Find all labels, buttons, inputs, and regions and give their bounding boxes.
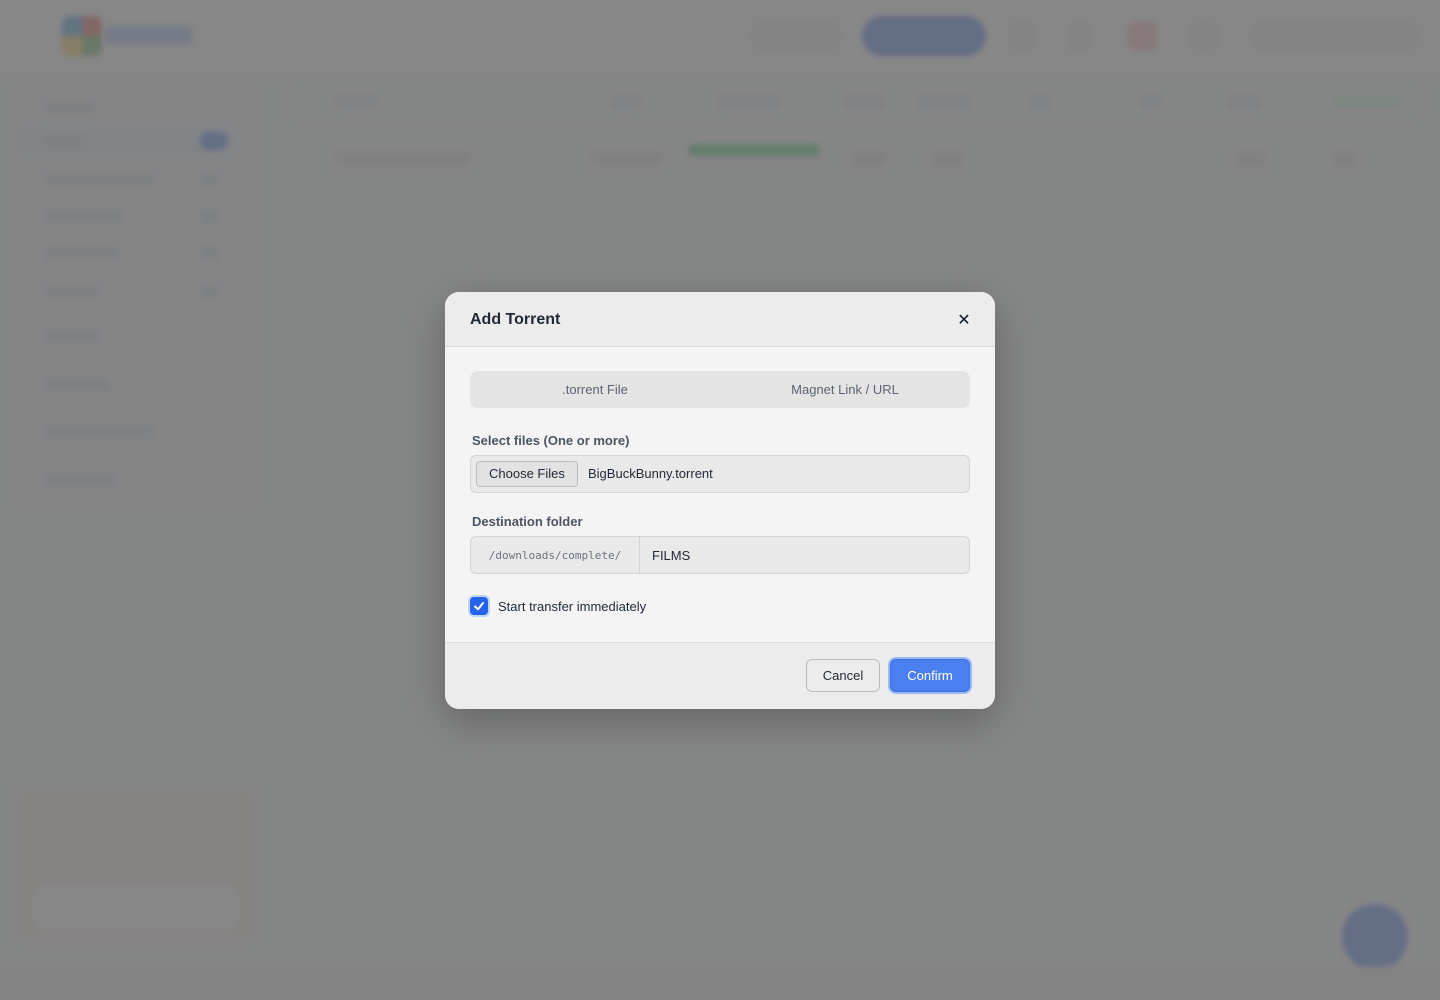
file-input[interactable]: Choose Files BigBuckBunny.torrent xyxy=(470,455,970,493)
confirm-button[interactable]: Confirm xyxy=(890,659,970,692)
start-immediately-label[interactable]: Start transfer immediately xyxy=(498,599,646,614)
destination-field: /downloads/complete/ xyxy=(470,536,970,574)
destination-prefix: /downloads/complete/ xyxy=(471,537,640,573)
checkmark-icon xyxy=(474,602,484,611)
cancel-button[interactable]: Cancel xyxy=(806,659,880,692)
files-label: Select files (One or more) xyxy=(472,433,630,448)
destination-folder-input[interactable] xyxy=(640,537,969,573)
selected-file-name: BigBuckBunny.torrent xyxy=(588,466,713,481)
close-icon[interactable]: ✕ xyxy=(953,309,975,331)
tab-magnet-link[interactable]: Magnet Link / URL xyxy=(720,371,970,408)
choose-files-button[interactable]: Choose Files xyxy=(476,461,578,487)
start-immediately-checkbox[interactable] xyxy=(470,597,488,615)
source-tabs: .torrent File Magnet Link / URL xyxy=(470,371,970,408)
destination-label: Destination folder xyxy=(472,514,583,529)
dialog-footer: Cancel Confirm xyxy=(445,642,995,709)
add-torrent-dialog: Add Torrent ✕ .torrent File Magnet Link … xyxy=(445,292,995,709)
tab-torrent-file[interactable]: .torrent File xyxy=(470,371,720,408)
dialog-title: Add Torrent xyxy=(470,311,561,328)
dialog-header: Add Torrent ✕ xyxy=(445,292,995,347)
